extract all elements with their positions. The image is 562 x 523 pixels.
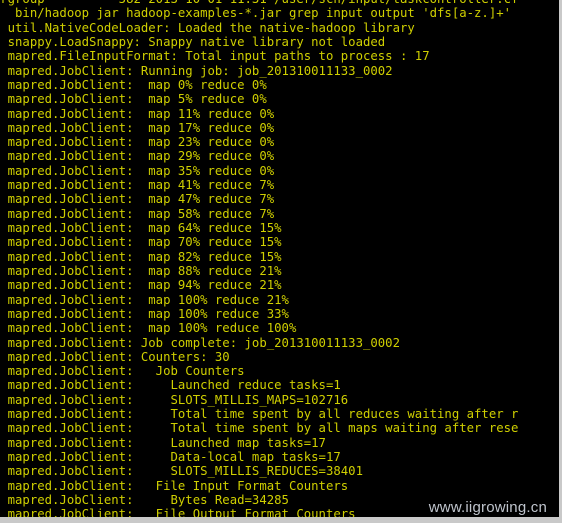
terminal-line: NFO mapred.JobClient: map 58% reduce 7%: [0, 206, 275, 221]
window-bottom-edge: [0, 517, 559, 520]
terminal-line: NFO mapred.JobClient: File Input Format …: [0, 478, 349, 493]
terminal-line: NFO mapred.JobClient: map 100% reduce 33…: [0, 306, 289, 321]
terminal-line: NFO mapred.JobClient: map 100% reduce 10…: [0, 321, 297, 336]
terminal-line: NFO mapred.JobClient: map 41% reduce 7%: [0, 178, 275, 193]
terminal-line: NFO mapred.JobClient: Bytes Read=34285: [0, 492, 289, 507]
terminal-line: NFO mapred.JobClient: map 100% reduce 21…: [0, 292, 289, 307]
terminal-line: NFO mapred.JobClient: map 11% reduce 0%: [0, 106, 275, 121]
terminal-line: NFO mapred.JobClient: Counters: 30: [0, 349, 230, 364]
terminal-line: NFO mapred.JobClient: map 82% reduce 15%: [0, 249, 282, 264]
terminal-line: NFO util.NativeCodeLoader: Loaded the na…: [0, 20, 415, 35]
terminal-line: NFO mapred.JobClient: map 35% reduce 0%: [0, 163, 275, 178]
terminal-line: NFO mapred.JobClient: Job Counters: [0, 364, 245, 379]
terminal-line: NFO mapred.JobClient: Running job: job_2…: [0, 63, 393, 78]
terminal-line: NFO mapred.JobClient: map 17% reduce 0%: [0, 120, 275, 135]
terminal-line: NFO mapred.JobClient: map 70% reduce 15%: [0, 235, 282, 250]
terminal-line-list: upergroup 582 2013-10-01 11.31 /user/sch…: [0, 0, 559, 520]
terminal-line: NFO mapred.JobClient: map 5% reduce 0%: [0, 92, 267, 107]
terminal-line: NFO mapred.JobClient: map 23% reduce 0%: [0, 135, 275, 150]
terminal-line: NFO mapred.JobClient: map 29% reduce 0%: [0, 149, 275, 164]
terminal-line: NFO mapred.JobClient: map 88% reduce 21%: [0, 263, 282, 278]
terminal-line: NFO mapred.JobClient: Data-local map tas…: [0, 450, 341, 464]
terminal-line: NFO mapred.JobClient: Launched map tasks…: [0, 435, 326, 450]
terminal-line: NFO mapred.JobClient: SLOTS_MILLIS_MAPS=…: [0, 392, 349, 407]
terminal-line: NFO mapred.JobClient: map 47% reduce 7%: [0, 192, 275, 207]
terminal-line: ARN snappy.LoadSnappy: Snappy native lib…: [0, 34, 386, 49]
terminal-output-area[interactable]: upergroup 582 2013-10-01 11.31 /user/sch…: [0, 0, 559, 520]
terminal-line: NFO mapred.JobClient: Job complete: job_…: [0, 335, 400, 350]
terminal-line: NFO mapred.JobClient: Launched reduce ta…: [0, 378, 341, 393]
terminal-line: NFO mapred.JobClient: Total time spent b…: [0, 407, 519, 422]
terminal-line: .]$ bin/hadoop jar hadoop-examples-*.jar…: [0, 6, 512, 21]
terminal-line: NFO mapred.FileInputFormat: Total input …: [0, 49, 430, 64]
terminal-line: NFO mapred.JobClient: map 64% reduce 15%: [0, 221, 282, 235]
terminal-line: NFO mapred.JobClient: map 0% reduce 0%: [0, 77, 267, 92]
terminal-line: NFO mapred.JobClient: map 94% reduce 21%: [0, 278, 282, 293]
terminal-window[interactable]: upergroup 582 2013-10-01 11.31 /user/sch…: [0, 0, 562, 523]
terminal-line: NFO mapred.JobClient: Total time spent b…: [0, 421, 519, 436]
terminal-line: NFO mapred.JobClient: SLOTS_MILLIS_REDUC…: [0, 464, 363, 479]
